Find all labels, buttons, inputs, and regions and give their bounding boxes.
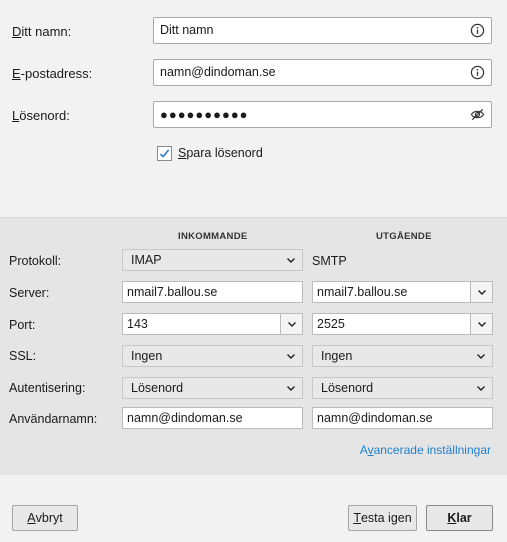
outgoing-server-combo[interactable]: nmail7.ballou.se: [312, 281, 493, 303]
email-label: E-postadress:: [12, 66, 93, 81]
chevron-down-icon: [287, 386, 295, 391]
incoming-server-input[interactable]: nmail7.ballou.se: [122, 281, 303, 303]
incoming-port-value: 143: [127, 317, 148, 331]
chevron-down-icon: [287, 322, 296, 327]
incoming-username-value: namn@dindoman.se: [127, 411, 243, 425]
incoming-auth-value: Lösenord: [131, 381, 184, 395]
password-label: Lösenord:: [12, 108, 70, 123]
incoming-server-value: nmail7.ballou.se: [127, 285, 218, 299]
outgoing-auth-value: Lösenord: [321, 381, 374, 395]
chevron-down-icon: [477, 290, 486, 295]
outgoing-server-dropdown-button[interactable]: [470, 282, 492, 302]
outgoing-protocol-value: SMTP: [312, 254, 347, 268]
password-field-value: ●●●●●●●●●●: [160, 107, 249, 122]
check-icon: [159, 148, 170, 158]
username-label: Användarnamn:: [9, 412, 98, 426]
outgoing-heading: UTGÅENDE: [376, 231, 432, 242]
chevron-down-icon: [477, 386, 485, 391]
password-field[interactable]: ●●●●●●●●●●: [153, 101, 492, 128]
info-icon[interactable]: [470, 23, 485, 38]
chevron-down-icon: [287, 258, 295, 263]
outgoing-ssl-select[interactable]: Ingen: [312, 345, 493, 367]
ssl-label: SSL:: [9, 349, 37, 363]
info-icon[interactable]: [470, 65, 485, 80]
advanced-settings-link[interactable]: Avancerade inställningar: [360, 443, 491, 457]
cancel-button[interactable]: Avbryt: [12, 505, 78, 531]
done-button[interactable]: Klar: [426, 505, 493, 531]
incoming-protocol-select[interactable]: IMAP: [122, 249, 303, 271]
email-field-value: namn@dindoman.se: [160, 65, 276, 79]
outgoing-port-dropdown-button[interactable]: [470, 314, 492, 334]
outgoing-auth-select[interactable]: Lösenord: [312, 377, 493, 399]
incoming-port-dropdown-button[interactable]: [280, 314, 302, 334]
chevron-down-icon: [287, 354, 295, 359]
name-field-value: Ditt namn: [160, 23, 214, 37]
email-field[interactable]: namn@dindoman.se: [153, 59, 492, 86]
incoming-port-combo[interactable]: 143: [122, 313, 303, 335]
incoming-ssl-select[interactable]: Ingen: [122, 345, 303, 367]
outgoing-username-value: namn@dindoman.se: [317, 411, 433, 425]
chevron-down-icon: [477, 354, 485, 359]
outgoing-port-value: 2525: [317, 317, 345, 331]
outgoing-server-value: nmail7.ballou.se: [317, 285, 408, 299]
chevron-down-icon: [477, 322, 486, 327]
name-field[interactable]: Ditt namn: [153, 17, 492, 44]
save-password-label: Spara lösenord: [178, 146, 263, 160]
incoming-ssl-value: Ingen: [131, 349, 163, 363]
name-label: Ditt namn:: [12, 24, 72, 39]
outgoing-username-input[interactable]: namn@dindoman.se: [312, 407, 493, 429]
incoming-username-input[interactable]: namn@dindoman.se: [122, 407, 303, 429]
incoming-heading: INKOMMANDE: [178, 231, 248, 242]
retest-button[interactable]: Testa igen: [348, 505, 417, 531]
protocol-label: Protokoll:: [9, 254, 62, 268]
outgoing-ssl-value: Ingen: [321, 349, 353, 363]
incoming-auth-select[interactable]: Lösenord: [122, 377, 303, 399]
save-password-checkbox[interactable]: [157, 145, 172, 161]
save-password-checkbox-row[interactable]: Spara lösenord: [157, 144, 263, 162]
incoming-protocol-value: IMAP: [131, 253, 162, 267]
outgoing-port-combo[interactable]: 2525: [312, 313, 493, 335]
server-label: Server:: [9, 286, 50, 300]
auth-label: Autentisering:: [9, 381, 86, 395]
port-label: Port:: [9, 318, 36, 332]
eye-slash-icon[interactable]: [470, 107, 485, 122]
